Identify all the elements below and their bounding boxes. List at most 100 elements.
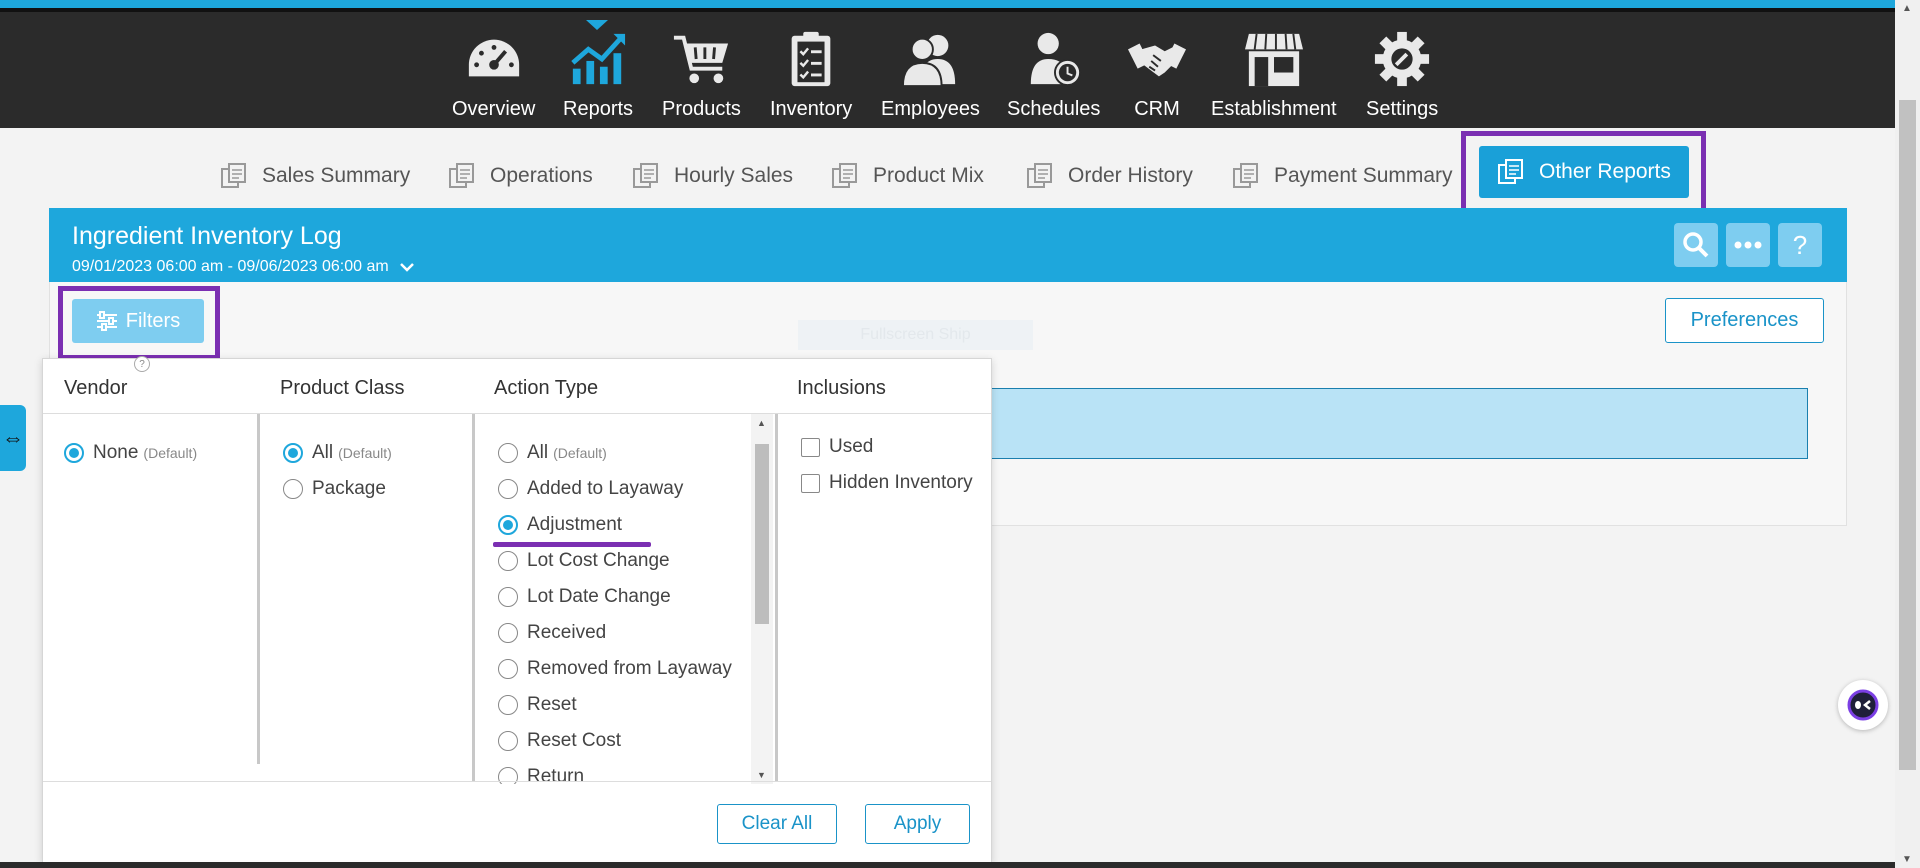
radio-unselected[interactable]: [498, 659, 518, 679]
date-range-text: 09/01/2023 06:00 am - 09/06/2023 06:00 a…: [72, 258, 389, 275]
tab-hourly-sales[interactable]: Hourly Sales: [632, 158, 793, 194]
date-range-selector[interactable]: 09/01/2023 06:00 am - 09/06/2023 06:00 a…: [72, 258, 415, 276]
scroll-down-arrow-icon[interactable]: ▼: [757, 770, 766, 780]
preferences-button[interactable]: Preferences: [1665, 298, 1824, 343]
option-label: Hidden Inventory: [829, 472, 973, 493]
search-button[interactable]: [1674, 223, 1718, 267]
report-title: Ingredient Inventory Log: [72, 222, 342, 250]
action-type-option-received[interactable]: Received: [498, 622, 606, 644]
tab-payment-summary[interactable]: Payment Summary: [1232, 158, 1453, 194]
tab-label: Product Mix: [873, 164, 984, 187]
filters-footer: Clear All Apply: [43, 781, 991, 864]
nav-overview[interactable]: Overview: [452, 30, 535, 130]
radio-unselected[interactable]: [498, 551, 518, 571]
action-type-option-adjustment[interactable]: Adjustment: [498, 514, 622, 536]
action-type-option-reset-cost[interactable]: Reset Cost: [498, 730, 621, 752]
nav-employees[interactable]: Employees: [881, 30, 980, 130]
tab-label: Order History: [1068, 164, 1193, 187]
help-circle-icon[interactable]: ?: [134, 356, 150, 372]
highlight-underline-adjustment: [493, 542, 651, 547]
nav-products[interactable]: Products: [662, 30, 741, 130]
chart-icon: [571, 33, 626, 85]
highlight-box-filters: [58, 286, 220, 360]
tab-order-history[interactable]: Order History: [1026, 158, 1193, 194]
scroll-up-arrow-icon[interactable]: ▲: [1902, 3, 1912, 14]
vendor-header: Vendor: [64, 377, 128, 399]
document-icon: [221, 163, 246, 188]
option-label: Reset: [527, 694, 577, 715]
scroll-down-arrow-icon[interactable]: ▼: [1902, 854, 1912, 865]
radio-unselected[interactable]: [498, 695, 518, 715]
highlight-box-other-reports: [1461, 131, 1706, 218]
inclusions-header: Inclusions: [797, 377, 886, 399]
chat-assistant-button[interactable]: [1838, 680, 1888, 730]
action-type-scrollbar[interactable]: ▲ ▼: [751, 414, 773, 784]
option-label: Reset Cost: [527, 730, 621, 751]
nav-establishment[interactable]: Establishment: [1211, 30, 1337, 130]
option-label: Lot Date Change: [527, 586, 671, 607]
nav-inventory[interactable]: Inventory: [770, 30, 852, 130]
scroll-thumb[interactable]: [755, 444, 769, 624]
page-scrollbar[interactable]: ▲ ▼: [1895, 0, 1920, 868]
inclusion-hidden-inventory[interactable]: Hidden Inventory: [801, 472, 973, 494]
person-clock-icon: [1030, 32, 1081, 87]
checkbox[interactable]: [801, 473, 820, 493]
option-label: Added to Layaway: [527, 478, 684, 499]
radio-unselected[interactable]: [498, 443, 518, 463]
handshake-icon: [1128, 43, 1186, 77]
action-type-option-removed-from-layaway[interactable]: Removed from Layaway: [498, 658, 732, 680]
nav-schedules[interactable]: Schedules: [1007, 30, 1100, 130]
vendor-option-none[interactable]: None (Default): [64, 442, 197, 464]
tab-label: Payment Summary: [1274, 164, 1453, 187]
option-label: All: [527, 442, 549, 463]
radio-selected[interactable]: [283, 443, 303, 463]
document-icon: [449, 163, 474, 188]
inclusion-used[interactable]: Used: [801, 436, 873, 458]
radio-selected[interactable]: [498, 515, 518, 535]
nav-settings[interactable]: Settings: [1366, 30, 1438, 130]
tab-operations[interactable]: Operations: [448, 158, 593, 194]
scroll-thumb[interactable]: [1899, 100, 1916, 770]
apply-button[interactable]: Apply: [865, 804, 970, 844]
action-type-option-all[interactable]: All (Default): [498, 442, 607, 464]
checkbox[interactable]: [801, 437, 820, 457]
radio-unselected[interactable]: [498, 623, 518, 643]
radio-unselected[interactable]: [498, 731, 518, 751]
side-drawer-tab[interactable]: ⇔: [0, 405, 26, 471]
nav-reports[interactable]: Reports: [563, 30, 633, 130]
option-label: Removed from Layaway: [527, 658, 732, 679]
tab-sales-summary[interactable]: Sales Summary: [220, 158, 410, 194]
tab-label: Hourly Sales: [674, 164, 794, 187]
option-label: Adjustment: [527, 514, 623, 535]
radio-unselected[interactable]: [498, 587, 518, 607]
report-header: Ingredient Inventory Log 09/01/2023 06:0…: [49, 208, 1847, 282]
action-type-option-lot-cost-change[interactable]: Lot Cost Change: [498, 550, 670, 572]
option-label: Received: [527, 622, 607, 643]
action-type-option-lot-date-change[interactable]: Lot Date Change: [498, 586, 671, 608]
help-button[interactable]: ?: [1778, 223, 1822, 267]
action-type-option-added-to-layaway[interactable]: Added to Layaway: [498, 478, 683, 500]
tab-product-mix[interactable]: Product Mix: [831, 158, 984, 194]
top-navigation: Overview Reports Products Inventory Empl…: [0, 8, 1895, 128]
bottom-edge-strip: [0, 862, 1895, 868]
option-label: Package: [312, 478, 386, 499]
action-type-header: Action Type: [494, 377, 599, 399]
filters-dropdown: Vendor ? Product Class Action Type Inclu…: [42, 356, 992, 864]
nav-crm[interactable]: CRM: [1126, 30, 1188, 130]
document-icon: [633, 163, 658, 188]
scroll-up-arrow-icon[interactable]: ▲: [757, 418, 766, 428]
tab-label: Operations: [490, 164, 593, 187]
cart-icon: [674, 35, 729, 84]
product-class-option-package[interactable]: Package: [283, 478, 386, 500]
product-class-option-all[interactable]: All (Default): [283, 442, 392, 464]
radio-unselected[interactable]: [498, 479, 518, 499]
nav-label: Settings: [1366, 98, 1439, 120]
option-label: Lot Cost Change: [527, 550, 670, 571]
default-tag: (Default): [338, 445, 392, 461]
action-type-option-reset[interactable]: Reset: [498, 694, 577, 716]
radio-unselected[interactable]: [283, 479, 303, 499]
radio-selected[interactable]: [64, 443, 84, 463]
more-options-button[interactable]: [1726, 223, 1770, 267]
nav-label: Inventory: [770, 98, 853, 120]
clear-all-button[interactable]: Clear All: [717, 804, 837, 844]
